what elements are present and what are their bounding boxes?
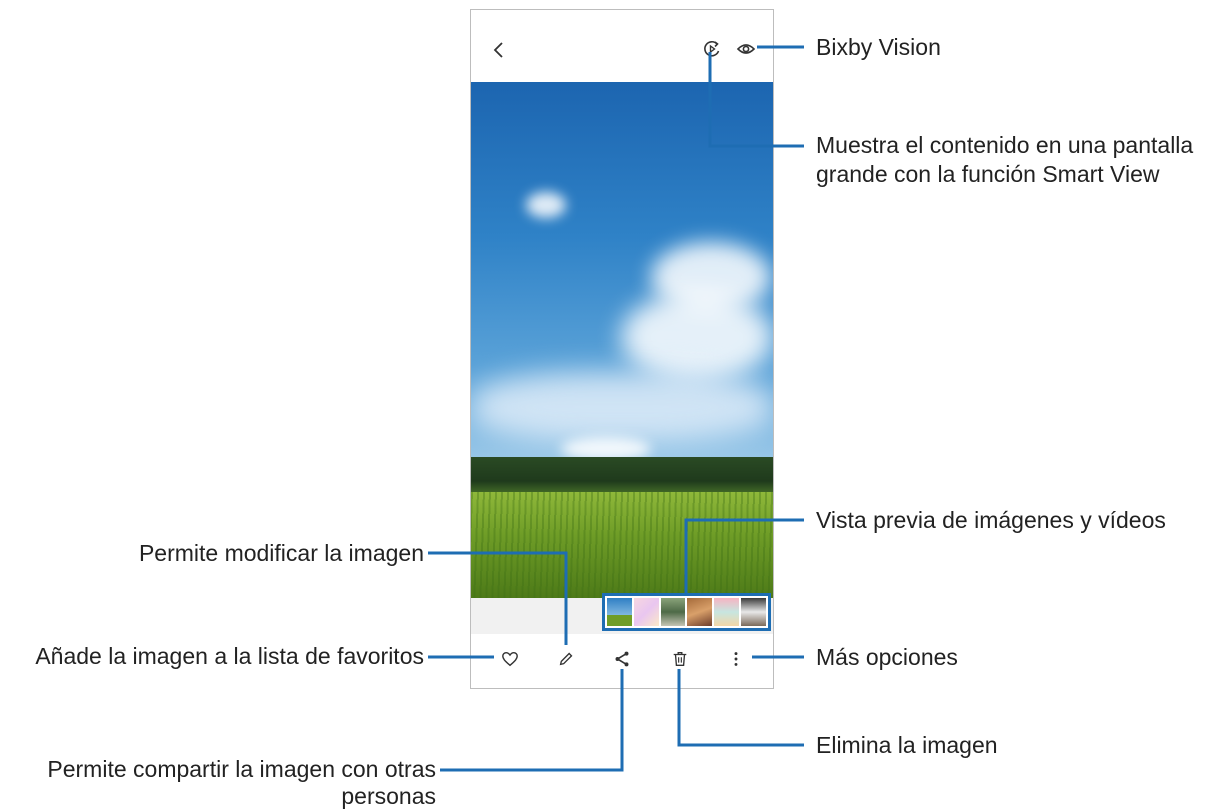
rice-field — [471, 492, 773, 598]
cloud — [526, 192, 566, 218]
delete-button[interactable] — [667, 646, 693, 672]
smart-view-button[interactable] — [700, 37, 724, 61]
label-more-options: Más opciones — [816, 644, 958, 670]
chevron-left-icon — [493, 42, 503, 58]
bixby-vision-button[interactable] — [734, 37, 758, 61]
label-smart-view-line1: Muestra el contenido en una pantalla — [816, 132, 1194, 158]
share-icon — [615, 651, 629, 667]
thumbnail-strip[interactable] — [602, 593, 771, 631]
eye-icon — [736, 44, 756, 54]
favorite-button[interactable] — [497, 646, 523, 672]
trash-icon — [673, 652, 687, 666]
thumbnail-image[interactable] — [607, 598, 632, 626]
heart-icon — [502, 651, 518, 667]
label-share-line2: personas — [341, 783, 436, 809]
bottom-toolbar — [471, 634, 773, 688]
top-app-bar — [471, 10, 773, 82]
thumbnail-image[interactable] — [660, 598, 686, 626]
pencil-icon — [559, 652, 573, 666]
thumbnail-image[interactable] — [741, 598, 766, 626]
thumbnail-image[interactable] — [714, 598, 740, 626]
photo-viewer[interactable] — [471, 82, 773, 598]
label-smart-view-line2: grande con la función Smart View — [816, 161, 1160, 187]
back-button[interactable] — [485, 36, 513, 64]
label-share-line1: Permite compartir la imagen con otras — [47, 756, 436, 782]
label-preview: Vista previa de imágenes y vídeos — [816, 507, 1166, 533]
label-edit: Permite modificar la imagen — [138, 540, 424, 566]
cloud — [471, 372, 773, 442]
thumbnail-image[interactable] — [687, 598, 713, 626]
edit-button[interactable] — [553, 646, 579, 672]
tree-line — [471, 457, 773, 497]
label-bixby-vision: Bixby Vision — [816, 34, 941, 60]
label-favorites: Añade la imagen a la lista de favoritos — [35, 643, 424, 669]
phone-screen — [470, 9, 774, 689]
share-button[interactable] — [609, 646, 635, 672]
smart-view-icon — [704, 40, 720, 57]
cloud — [621, 292, 773, 382]
more-vertical-icon — [734, 652, 738, 666]
thumbnail-image[interactable] — [633, 598, 659, 626]
label-delete: Elimina la imagen — [816, 732, 998, 758]
more-options-button[interactable] — [723, 646, 749, 672]
